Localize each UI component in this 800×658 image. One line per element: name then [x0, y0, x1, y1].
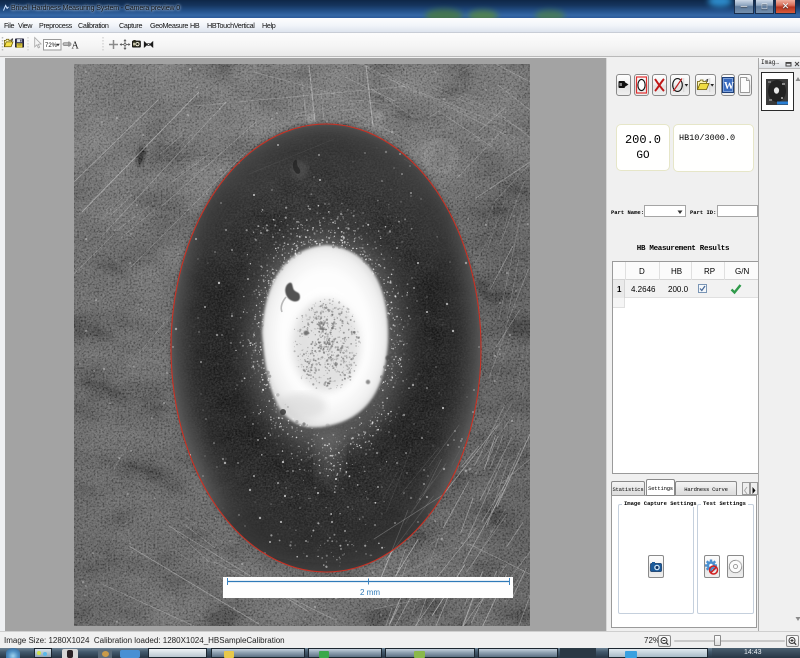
svg-text:2 mm: 2 mm	[360, 588, 380, 597]
svg-text:72%: 72%	[45, 43, 58, 49]
svg-text:A: A	[72, 41, 80, 52]
svg-text:W: W	[724, 81, 734, 92]
